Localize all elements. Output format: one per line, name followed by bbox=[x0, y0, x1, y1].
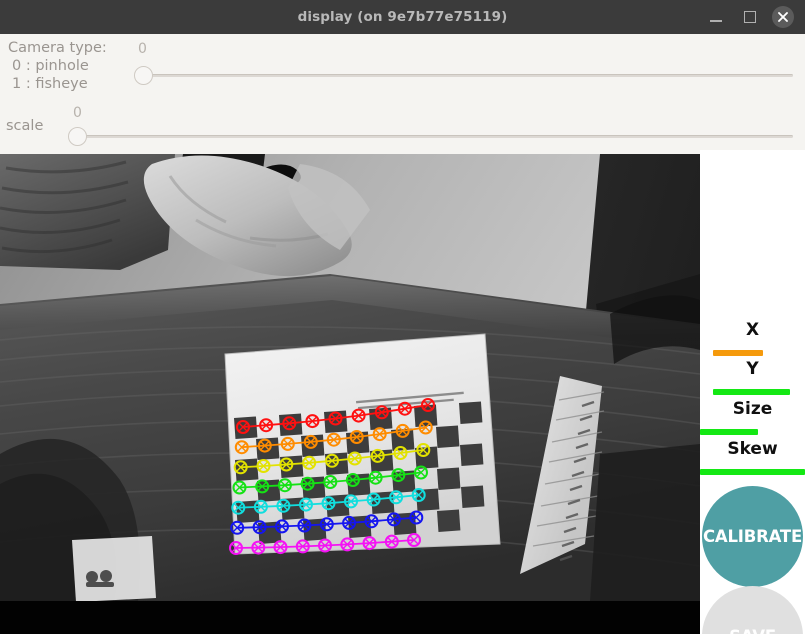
maximize-button[interactable] bbox=[739, 6, 761, 28]
calibration-sidebar: X Y Size Skew CALIBRATE SAVE COMMIT bbox=[700, 150, 805, 634]
metric-label-size: Size bbox=[732, 399, 773, 419]
minimize-icon bbox=[710, 20, 722, 22]
calibrate-button[interactable]: CALIBRATE bbox=[702, 486, 803, 587]
save-button-label: SAVE bbox=[729, 627, 776, 634]
close-icon bbox=[778, 12, 788, 22]
scale-label: scale bbox=[6, 118, 44, 134]
scale-slider-handle[interactable] bbox=[68, 127, 87, 146]
minimize-button[interactable] bbox=[705, 6, 727, 28]
calibrate-button-label: CALIBRATE bbox=[702, 527, 803, 546]
maximize-icon bbox=[744, 11, 756, 23]
camera-preview-image bbox=[0, 154, 700, 601]
close-button[interactable] bbox=[772, 6, 794, 28]
camera-type-label: Camera type: bbox=[8, 40, 107, 56]
camera-type-option-pinhole: 0 : pinhole bbox=[12, 58, 89, 74]
metric-bar-x bbox=[713, 350, 763, 356]
window-title: display (on 9e7b77e75119) bbox=[297, 9, 508, 25]
metric-label-y: Y bbox=[746, 359, 759, 379]
metric-label-skew: Skew bbox=[727, 439, 778, 459]
camera-type-slider-track[interactable] bbox=[148, 74, 793, 77]
app-window: display (on 9e7b77e75119) Camera type: 0… bbox=[0, 0, 805, 634]
metric-bar-y bbox=[713, 389, 790, 395]
metric-bar-size bbox=[700, 429, 758, 435]
scale-slider-track[interactable] bbox=[82, 135, 793, 138]
control-panel: Camera type: 0 0 : pinhole 1 : fisheye s… bbox=[0, 34, 805, 154]
metric-bar-skew bbox=[700, 469, 805, 475]
metric-label-x: X bbox=[745, 320, 760, 340]
video-letterbox bbox=[0, 601, 700, 634]
camera-type-slider-handle[interactable] bbox=[134, 66, 153, 85]
camera-preview-frame bbox=[0, 154, 700, 601]
camera-preview[interactable] bbox=[0, 154, 700, 634]
scale-value: 0 bbox=[73, 105, 82, 121]
camera-type-value: 0 bbox=[138, 41, 147, 57]
camera-type-option-fisheye: 1 : fisheye bbox=[12, 76, 88, 92]
save-button[interactable]: SAVE bbox=[702, 586, 803, 634]
title-bar: display (on 9e7b77e75119) bbox=[0, 0, 805, 35]
